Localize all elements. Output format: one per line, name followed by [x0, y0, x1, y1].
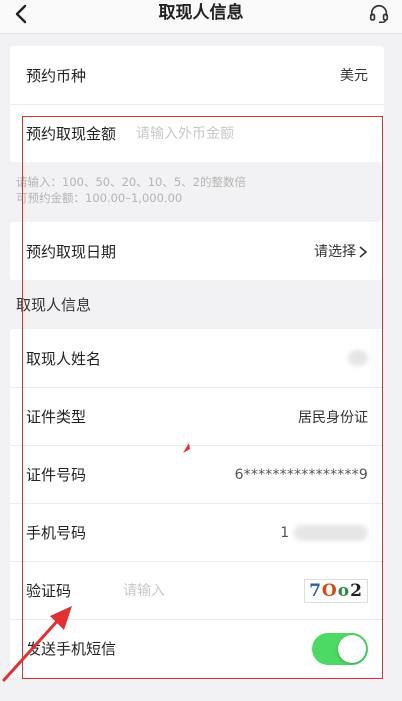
- section-title: 取现人信息: [16, 296, 92, 314]
- page-title: 取现人信息: [158, 3, 244, 23]
- amount-hint-multiple: 请输入：100、50、20、10、5、2的整数倍: [16, 175, 246, 189]
- phone-label: 手机号码: [26, 524, 87, 542]
- name-label: 取现人姓名: [26, 349, 102, 368]
- chevron-right-icon: [359, 246, 368, 258]
- id-type-row[interactable]: 证件类型 居民身份证: [10, 387, 384, 445]
- phone-masked-chip: [294, 524, 368, 541]
- name-value-masked: [348, 350, 368, 366]
- amount-row: 预约取现金额: [10, 104, 384, 162]
- amount-hint-range: 可预约金额：100.00–1,000.00: [16, 191, 183, 205]
- sms-row: 发送手机短信: [10, 619, 384, 677]
- date-value: 请选择: [314, 241, 368, 261]
- currency-row[interactable]: 预约币种 美元: [10, 46, 384, 104]
- date-row[interactable]: 预约取现日期 请选择: [10, 222, 384, 280]
- phone-row[interactable]: 手机号码 1: [10, 503, 384, 561]
- amount-input[interactable]: [136, 125, 307, 142]
- id-type-value: 居民身份证: [298, 409, 368, 426]
- date-card: 预约取现日期 请选择: [10, 222, 384, 280]
- captcha-image[interactable]: 7Oo2: [304, 578, 368, 603]
- currency-label: 预约币种: [26, 66, 87, 85]
- verify-label: 验证码: [26, 582, 72, 600]
- sms-toggle[interactable]: [312, 632, 368, 665]
- id-type-label: 证件类型: [26, 408, 87, 426]
- person-info-card: 取现人姓名 证件类型 居民身份证 证件号码 6****************9…: [10, 329, 384, 677]
- amount-label: 预约取现金额: [26, 125, 117, 143]
- nav-bar: 取现人信息: [0, 0, 402, 34]
- phone-value: 1: [280, 524, 368, 541]
- sms-label: 发送手机短信: [26, 640, 117, 658]
- id-number-value: 6****************9: [234, 466, 368, 483]
- verify-code-input[interactable]: [123, 582, 244, 599]
- currency-amount-card: 预约币种 美元 预约取现金额: [10, 46, 384, 162]
- sms-toggle-knob: [338, 634, 366, 663]
- id-number-label: 证件号码: [26, 466, 87, 484]
- name-row[interactable]: 取现人姓名: [10, 329, 384, 387]
- phone-prefix: 1: [280, 524, 290, 541]
- headset-icon[interactable]: [368, 3, 390, 25]
- currency-value: 美元: [340, 68, 368, 84]
- id-number-row[interactable]: 证件号码 6****************9: [10, 445, 384, 503]
- date-select-text: 请选择: [314, 244, 356, 260]
- verify-row: 验证码 7Oo2: [10, 561, 384, 619]
- date-label: 预约取现日期: [26, 242, 117, 261]
